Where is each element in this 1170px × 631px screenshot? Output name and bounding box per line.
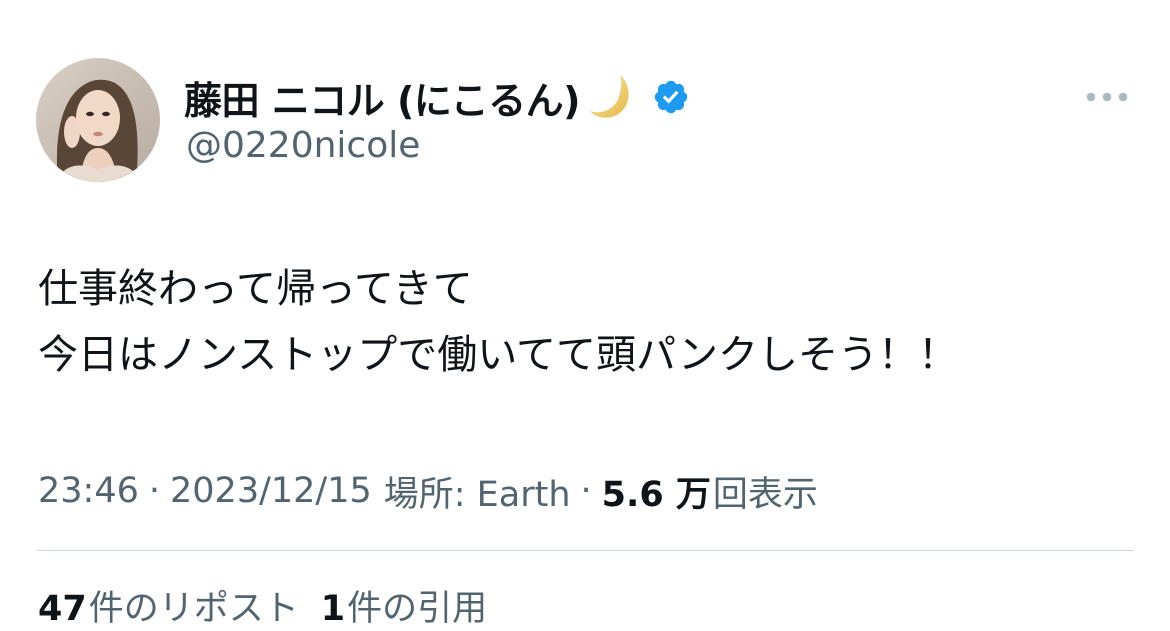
divider [36, 550, 1134, 551]
views-label: 回表示 [712, 474, 818, 515]
verified-badge-icon [652, 78, 690, 116]
author-name-row[interactable]: 藤田 ニコル (にこるん) [184, 70, 690, 124]
display-name[interactable]: 藤田 ニコル (にこるん) [184, 70, 580, 125]
more-options-icon [1086, 92, 1128, 102]
quotes-count: 1 [320, 589, 346, 629]
crescent-moon-icon [586, 71, 638, 123]
tweet-line: 今日はノンストップで働いてて頭パンクしそう！！ [38, 332, 958, 378]
tweet-meta: 23:46 · 2023/12/15 場所: Earth · 5.6 万 回表示 [38, 466, 818, 516]
separator: · [148, 471, 161, 511]
more-options-button[interactable] [1080, 82, 1134, 112]
author-handle[interactable]: @0220nicole [186, 125, 420, 166]
quotes-link[interactable]: 1件の引用 [321, 580, 487, 631]
avatar[interactable] [36, 58, 160, 182]
quotes-label: 件の引用 [347, 589, 488, 629]
reposts-count: 47 [38, 589, 87, 629]
engagement-stats: 47件のリポスト 1件の引用 [38, 580, 487, 631]
views-count: 5.6 万 [601, 474, 711, 515]
reposts-label: 件のリポスト [88, 589, 299, 629]
separator: · [580, 471, 592, 511]
reposts-link[interactable]: 47件のリポスト [38, 580, 299, 631]
tweet-text: 仕事終わって帰ってきて 今日はノンストップで働いてて頭パンクしそう！！ [38, 256, 958, 388]
tweet-location: 場所: Earth [383, 474, 571, 515]
tweet-date[interactable]: 2023/12/15 [170, 471, 372, 511]
tweet-line: 仕事終わって帰ってきて [38, 266, 473, 312]
tweet-time[interactable]: 23:46 [38, 471, 139, 511]
